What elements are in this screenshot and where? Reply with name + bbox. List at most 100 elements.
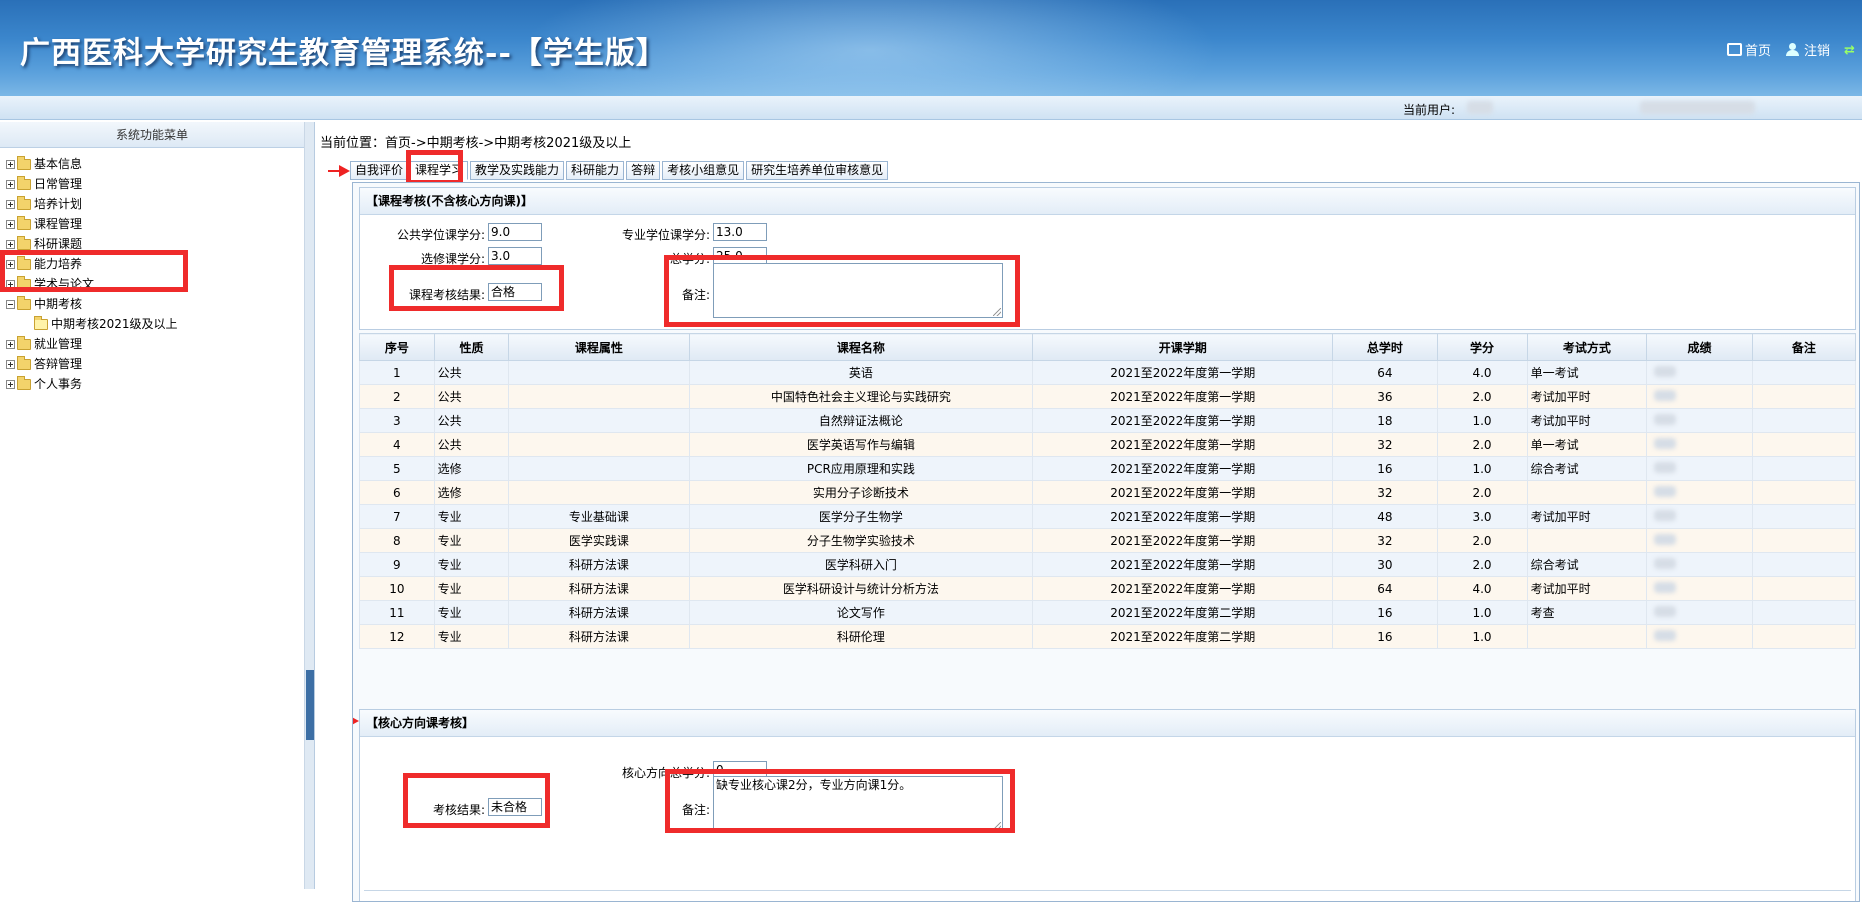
public-credit-label: 公共学位课学分: [396, 228, 485, 242]
breadcrumb: 当前位置：首页->中期考核->中期考核2021级及以上 [320, 136, 632, 151]
tab-course-study[interactable]: 课程学习 [410, 161, 469, 180]
cell-remark [1751, 360, 1857, 385]
cell-type: 公共 [433, 360, 510, 385]
cell-exam [1526, 480, 1648, 505]
table-row[interactable]: 2 公共 中国特色社会主义理论与实践研究 2021至2022年度第一学期 36 2.0 考试… [359, 384, 1857, 409]
resize-grip-icon[interactable] [993, 308, 1001, 316]
cell-name: 中国特色社会主义理论与实践研究 [688, 384, 1034, 409]
menu-item-personal[interactable]: 个人事务 [6, 374, 304, 394]
cell-term: 2021至2022年度第一学期 [1032, 432, 1334, 457]
menu-item-midterm[interactable]: 中期考核 [6, 294, 304, 314]
tab-unit-review[interactable]: 研究生培养单位审核意见 [746, 161, 889, 180]
resize-grip-icon[interactable] [993, 822, 1001, 830]
cell-remark [1751, 456, 1857, 481]
core-remark-textarea[interactable]: 缺专业核心课2分，专业方向课1分。 [713, 776, 1003, 832]
cell-term: 2021至2022年度第一学期 [1032, 360, 1334, 385]
table-row[interactable]: 10 专业 科研方法课 医学科研设计与统计分析方法 2021至2022年度第一学期 64 4… [359, 576, 1857, 601]
logout-link[interactable]: 注销 [1785, 40, 1830, 59]
table-row[interactable]: 6 选修 实用分子诊断技术 2021至2022年度第一学期 32 2.0 [359, 480, 1857, 505]
elective-credit-field[interactable]: 3.0 [488, 247, 542, 265]
course-remark-textarea[interactable] [713, 263, 1003, 318]
col-header-type[interactable]: 性质 [433, 333, 510, 361]
course-result-field[interactable]: 合格 [488, 283, 542, 301]
folder-icon [34, 315, 48, 330]
expand-icon[interactable] [6, 199, 15, 209]
cell-index: 5 [359, 456, 435, 481]
tab-content: 【课程考核(不含核心方向课)】 公共学位课学分: 9.0 专业学位课学分: 13… [352, 182, 1860, 902]
expand-icon[interactable] [6, 179, 15, 189]
menu-item-defense[interactable]: 答辩管理 [6, 354, 304, 374]
menu-item-basic-info[interactable]: 基本信息 [6, 154, 304, 174]
cell-exam [1526, 528, 1648, 553]
cell-term: 2021至2022年度第一学期 [1032, 504, 1334, 529]
cell-type: 专业 [433, 624, 510, 649]
menu-item-ability[interactable]: 能力培养 [6, 254, 304, 274]
tab-defense[interactable]: 答辩 [626, 161, 661, 180]
folder-icon [17, 335, 31, 350]
table-row[interactable]: 3 公共 自然辩证法概论 2021至2022年度第一学期 18 1.0 考试加平时 [359, 408, 1857, 433]
cell-hours: 36 [1332, 384, 1438, 409]
table-row[interactable]: 9 专业 科研方法课 医学科研入门 2021至2022年度第一学期 30 2.0 综合考试 [359, 552, 1857, 577]
table-row[interactable]: 7 专业 专业基础课 医学分子生物学 2021至2022年度第一学期 48 3.0 考试加平时 [359, 504, 1857, 529]
col-header-score[interactable]: 成绩 [1646, 333, 1753, 361]
menu-item-label: 培养计划 [34, 197, 83, 211]
collapse-icon[interactable] [6, 299, 15, 309]
menu-item-thesis[interactable]: 学术与论文 [6, 274, 304, 294]
panel-splitter[interactable] [305, 122, 315, 889]
expand-icon[interactable] [6, 359, 15, 369]
expand-icon[interactable] [6, 379, 15, 389]
table-row[interactable]: 12 专业 科研方法课 科研伦理 2021至2022年度第二学期 16 1.0 [359, 624, 1857, 649]
menu-item-label: 能力培养 [34, 257, 83, 271]
col-header-index[interactable]: 序号 [359, 333, 435, 361]
home-link[interactable]: 首页 [1726, 40, 1771, 59]
menu-item-midterm-2021[interactable]: 中期考核2021级及以上 [6, 314, 304, 334]
cell-remark [1751, 432, 1857, 457]
col-header-remark[interactable]: 备注 [1751, 333, 1857, 361]
cell-term: 2021至2022年度第二学期 [1032, 600, 1334, 625]
expand-icon[interactable] [6, 279, 15, 289]
tab-self-evaluation[interactable]: 自我评价 [350, 161, 409, 180]
monitor-icon [1726, 43, 1742, 56]
splitter-handle[interactable] [306, 670, 314, 740]
folder-icon [17, 375, 31, 390]
public-credit-field[interactable]: 9.0 [488, 223, 542, 241]
menu-item-daily[interactable]: 日常管理 [6, 174, 304, 194]
tab-panel-opinion[interactable]: 考核小组意见 [662, 161, 745, 180]
cell-hours: 64 [1332, 360, 1438, 385]
major-credit-field[interactable]: 13.0 [713, 223, 767, 241]
tab-research-ability[interactable]: 科研能力 [566, 161, 625, 180]
course-table: 序号 性质 课程属性 课程名称 开课学期 总学时 学分 考试方式 成绩 备注 1… [359, 333, 1857, 649]
folder-icon [17, 215, 31, 230]
expand-icon[interactable] [6, 159, 15, 169]
menu-item-course[interactable]: 课程管理 [6, 214, 304, 234]
cell-name: 英语 [688, 360, 1034, 385]
col-header-hours[interactable]: 总学时 [1332, 333, 1438, 361]
col-header-name[interactable]: 课程名称 [688, 333, 1034, 361]
core-result-field[interactable]: 未合格 [488, 798, 542, 816]
exit-link[interactable]: ⇄ [1844, 40, 1858, 59]
menu-item-label: 学术与论文 [34, 277, 95, 291]
cell-attr: 科研方法课 [508, 576, 690, 601]
table-row[interactable]: 8 专业 医学实践课 分子生物学实验技术 2021至2022年度第一学期 32 2.0 [359, 528, 1857, 553]
table-row[interactable]: 11 专业 科研方法课 论文写作 2021至2022年度第二学期 16 1.0 考查 [359, 600, 1857, 625]
expand-icon[interactable] [6, 259, 15, 269]
menu-item-research[interactable]: 科研课题 [6, 234, 304, 254]
expand-icon[interactable] [6, 239, 15, 249]
app-header: 广西医科大学研究生教育管理系统--【学生版】 首页 注销 ⇄ [0, 0, 1862, 96]
col-header-exam[interactable]: 考试方式 [1526, 333, 1648, 361]
table-row[interactable]: 1 公共 英语 2021至2022年度第一学期 64 4.0 单一考试 [359, 360, 1857, 385]
folder-open-icon [17, 295, 31, 310]
col-header-credit[interactable]: 学分 [1436, 333, 1528, 361]
table-row[interactable]: 5 选修 PCR应用原理和实践 2021至2022年度第一学期 16 1.0 综合考试 [359, 456, 1857, 481]
tab-teaching-practice[interactable]: 教学及实践能力 [470, 161, 565, 180]
col-header-attr[interactable]: 课程属性 [508, 333, 690, 361]
course-result-label: 课程考核结果: [408, 288, 485, 302]
menu-item-employment[interactable]: 就业管理 [6, 334, 304, 354]
cell-hours: 64 [1332, 576, 1438, 601]
expand-icon[interactable] [6, 219, 15, 229]
top-links: 首页 注销 ⇄ [1726, 40, 1858, 59]
menu-item-plan[interactable]: 培养计划 [6, 194, 304, 214]
table-row[interactable]: 4 公共 医学英语写作与编辑 2021至2022年度第一学期 32 2.0 单一考试 [359, 432, 1857, 457]
col-header-term[interactable]: 开课学期 [1032, 333, 1334, 361]
expand-icon[interactable] [6, 339, 15, 349]
